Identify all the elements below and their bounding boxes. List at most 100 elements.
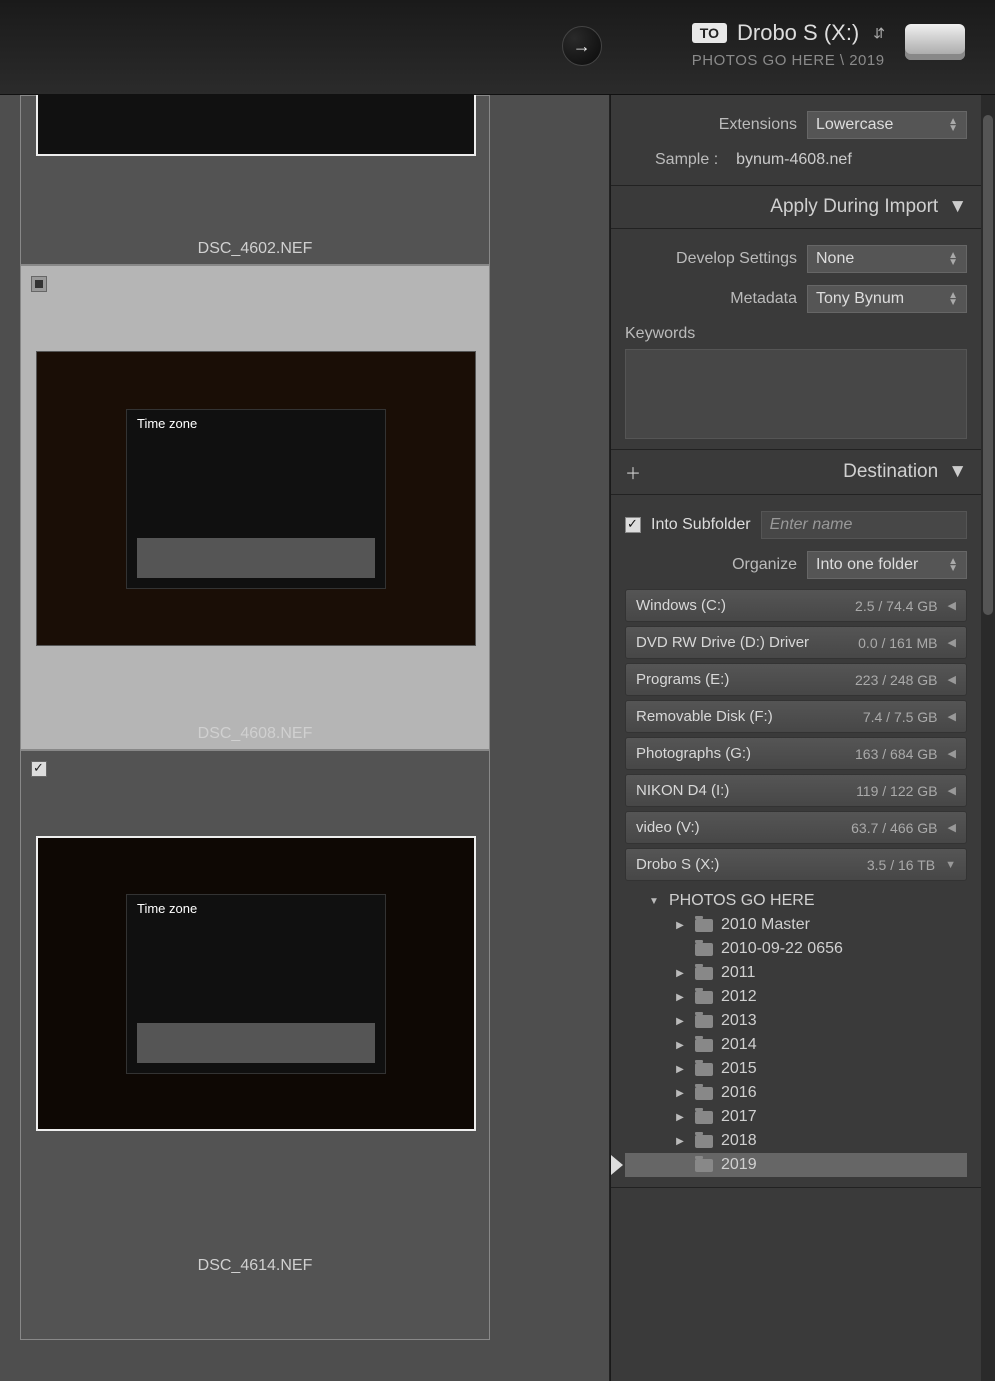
destination-header[interactable]: TO Drobo S (X:) ⇵ PHOTOS GO HERE \ 2019 [692,20,885,69]
tree-folder[interactable]: ▶ 2011 [625,961,967,985]
expand-icon: ◀ [948,599,956,612]
collapse-icon: ▼ [948,196,967,218]
disclosure-icon: ▶ [673,1136,687,1147]
import-arrow-icon[interactable]: → [562,26,602,66]
thumbnail-image: Time zone [36,351,476,646]
expand-icon: ◀ [948,747,956,760]
organize-select[interactable]: Into one folder ▲▼ [807,551,967,579]
thumbnail-cell[interactable]: Time zone DSC_4614.NEF [20,750,490,1340]
scrollbar-thumb[interactable] [983,115,993,615]
updown-icon: ▲▼ [948,118,958,132]
pick-checkbox[interactable] [31,761,47,777]
destination-header-panel[interactable]: ＋ Destination ▼ [611,450,981,495]
thumbnail-cell[interactable]: DSC_4602.NEF [20,95,490,265]
folder-name: 2012 [721,988,757,1006]
metadata-select[interactable]: Tony Bynum ▲▼ [807,285,967,313]
tree-folder[interactable]: 2019 [625,1153,967,1177]
destination-path: PHOTOS GO HERE \ 2019 [692,52,885,69]
folder-name: 2011 [721,964,755,982]
disclosure-icon: ▶ [673,1040,687,1051]
organize-label: Organize [732,556,797,574]
destination-drive-name: Drobo S (X:) [737,20,859,46]
volume-size: 3.5 / 16 TB [867,857,935,873]
folder-icon [695,919,713,932]
volume-name: Windows (C:) [636,597,726,614]
volume-row[interactable]: DVD RW Drive (D:) Driver 0.0 / 161 MB ◀ [625,626,967,659]
folder-icon [695,943,713,956]
develop-settings-select[interactable]: None ▲▼ [807,245,967,273]
pick-checkbox[interactable] [31,276,47,292]
updown-icon: ▲▼ [948,558,958,572]
tree-folder[interactable]: ▶ 2012 [625,985,967,1009]
folder-tree: ▼ PHOTOS GO HERE ▶ 2010 Master 2010-09-2… [625,885,967,1177]
folder-icon [695,1039,713,1052]
thumbnail-cell[interactable]: Time zone DSC_4608.NEF [20,265,490,750]
keywords-label: Keywords [625,325,695,342]
folder-name: PHOTOS GO HERE [669,892,815,910]
folder-icon [695,1063,713,1076]
updown-icon: ▲▼ [948,292,958,306]
disclosure-icon: ▶ [673,992,687,1003]
tree-folder[interactable]: ▶ 2013 [625,1009,967,1033]
file-naming-section: Extensions Lowercase ▲▼ Sample : bynum-4… [611,95,981,186]
tree-folder[interactable]: ▶ 2015 [625,1057,967,1081]
tree-folder-root[interactable]: ▼ PHOTOS GO HERE [625,889,967,913]
scrollbar[interactable] [981,95,995,1381]
metadata-value: Tony Bynum [816,290,904,308]
lcd-title: Time zone [137,901,197,916]
volume-row[interactable]: Windows (C:) 2.5 / 74.4 GB ◀ [625,589,967,622]
folder-name: 2015 [721,1060,757,1078]
expand-icon: ◀ [948,821,956,834]
apply-during-import-section: Develop Settings None ▲▼ Metadata Tony B… [611,229,981,450]
volume-size: 163 / 684 GB [855,746,938,762]
tree-folder[interactable]: ▶ 2016 [625,1081,967,1105]
organize-value: Into one folder [816,556,918,574]
section-title: Destination [843,461,938,483]
expand-icon: ◀ [948,784,956,797]
folder-name: 2010-09-22 0656 [721,940,843,958]
volume-row[interactable]: Photographs (G:) 163 / 684 GB ◀ [625,737,967,770]
keywords-input[interactable] [625,349,967,439]
thumbnail-filename: DSC_4614.NEF [21,1257,489,1275]
extensions-select[interactable]: Lowercase ▲▼ [807,111,967,139]
expand-icon: ▼ [945,859,956,871]
volume-row[interactable]: Programs (E:) 223 / 248 GB ◀ [625,663,967,696]
develop-settings-label: Develop Settings [676,250,797,268]
tree-folder[interactable]: ▶ 2014 [625,1033,967,1057]
thumbnail-grid: DSC_4602.NEF Time zone DSC_4608.NEF Time… [0,95,610,1381]
lcd-title: Time zone [137,416,197,431]
disclosure-icon: ▶ [673,1088,687,1099]
drive-dropdown-icon[interactable]: ⇵ [873,25,885,42]
volume-row[interactable]: Drobo S (X:) 3.5 / 16 TB ▼ [625,848,967,881]
volume-name: DVD RW Drive (D:) Driver [636,634,809,651]
subfolder-name-input[interactable]: Enter name [761,511,967,539]
volume-name: Removable Disk (F:) [636,708,773,725]
tree-folder[interactable]: ▶ 2017 [625,1105,967,1129]
folder-icon [695,967,713,980]
folder-name: 2014 [721,1036,757,1054]
disclosure-icon: ▶ [673,1016,687,1027]
volume-row[interactable]: NIKON D4 (I:) 119 / 122 GB ◀ [625,774,967,807]
current-folder-indicator-icon [611,1155,623,1175]
tree-folder[interactable]: ▶ 2018 [625,1129,967,1153]
disclosure-icon: ▶ [673,968,687,979]
collapse-icon: ▼ [948,461,967,483]
apply-during-import-header[interactable]: Apply During Import ▼ [611,186,981,229]
tree-folder[interactable]: ▶ 2010 Master [625,913,967,937]
volume-row[interactable]: Removable Disk (F:) 7.4 / 7.5 GB ◀ [625,700,967,733]
tree-folder[interactable]: 2010-09-22 0656 [625,937,967,961]
updown-icon: ▲▼ [948,252,958,266]
into-subfolder-checkbox[interactable] [625,517,641,533]
top-destination-bar: → TO Drobo S (X:) ⇵ PHOTOS GO HERE \ 201… [0,0,995,95]
folder-name: 2013 [721,1012,757,1030]
sample-label: Sample : [655,151,718,169]
disclosure-icon: ▶ [673,920,687,931]
volume-row[interactable]: video (V:) 63.7 / 466 GB ◀ [625,811,967,844]
volume-size: 119 / 122 GB [856,783,937,799]
volume-name: Programs (E:) [636,671,729,688]
expand-icon: ◀ [948,710,956,723]
thumbnail-filename: DSC_4608.NEF [21,725,489,743]
disclosure-icon: ▶ [673,1112,687,1123]
add-icon[interactable]: ＋ [625,460,641,484]
volume-name: NIKON D4 (I:) [636,782,729,799]
